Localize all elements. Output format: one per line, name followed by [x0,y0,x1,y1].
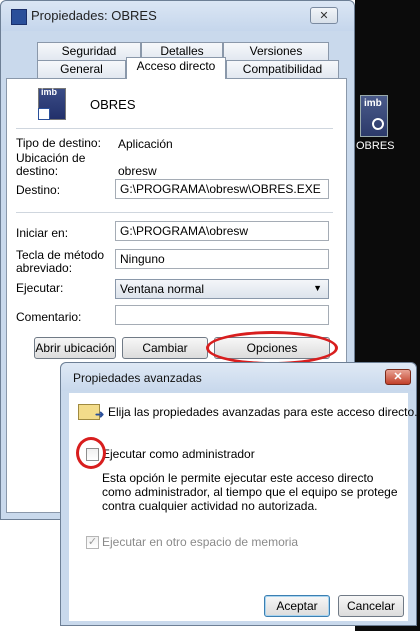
shortcut-arrow-icon [38,108,50,120]
dialog-close-button[interactable]: ✕ [385,369,411,385]
dialog-title: Propiedades avanzadas [73,371,202,385]
ok-button[interactable]: Aceptar [264,595,330,617]
dialog-titlebar[interactable]: Propiedades avanzadas ✕ [61,363,416,391]
cancel-button[interactable]: Cancelar [338,595,404,617]
tab-general[interactable]: General [37,60,126,78]
comment-label: Comentario: [16,310,82,324]
target-location-label: Ubicación de destino: [16,151,86,178]
target-type-label: Tipo de destino: [16,136,101,150]
target-label: Destino: [16,183,61,197]
run-as-admin-checkbox[interactable] [86,448,99,461]
target-input[interactable]: G:\PROGRAMA\obresw\OBRES.EXE [115,179,329,199]
desktop-shortcut-label[interactable]: OBRES [356,140,395,152]
separator [16,128,333,129]
window-title: Propiedades: OBRES [31,8,157,23]
window-titlebar[interactable]: Propiedades: OBRES ✕ [1,1,354,31]
tab-acceso-directo[interactable]: Acceso directo [126,57,226,79]
comment-input[interactable] [115,305,329,325]
run-mode-select[interactable]: Ventana normal ▼ [115,279,329,299]
dialog-header-text: Elija las propiedades avanzadas para est… [108,405,418,419]
run-as-admin-description: Esta opción le permite ejecutar este acc… [102,471,398,513]
shortcut-key-input[interactable]: Ninguno [115,249,329,269]
app-icon-badge: imb [41,87,58,97]
change-icon-button[interactable]: Cambiar icono... [122,337,208,375]
run-mode-value: Ventana normal [120,282,205,296]
start-in-label: Iniciar en: [16,226,69,240]
desktop-icon-badge: imb [364,98,382,109]
run-label: Ejecutar: [16,281,64,295]
separate-memory-label: Ejecutar en otro espacio de memoria [102,535,299,549]
target-type-value: Aplicación [118,137,173,151]
arrow-icon: ➜ [95,409,105,421]
shortcut-key-label: Tecla de método abreviado: [16,248,105,275]
run-as-admin-label[interactable]: Ejecutar como administrador [102,447,255,461]
chevron-down-icon: ▼ [313,283,322,293]
advanced-options-button[interactable]: Opciones avanzadas... [214,337,330,375]
tab-versiones-anteriores[interactable]: Versiones anteriores [223,42,329,74]
separator [16,212,333,213]
tab-compatibilidad[interactable]: Compatibilidad [226,60,339,78]
shortcut-name: OBRES [90,97,136,112]
start-in-input[interactable]: G:\PROGRAMA\obresw [115,221,329,241]
close-button[interactable]: ✕ [310,7,338,24]
open-location-button[interactable]: Abrir ubicación [34,337,116,359]
target-location-value: obresw [118,164,157,178]
separate-memory-checkbox[interactable]: ✓ [86,536,99,549]
shortcut-icon [11,9,27,25]
desktop-icon-ring [372,118,384,130]
